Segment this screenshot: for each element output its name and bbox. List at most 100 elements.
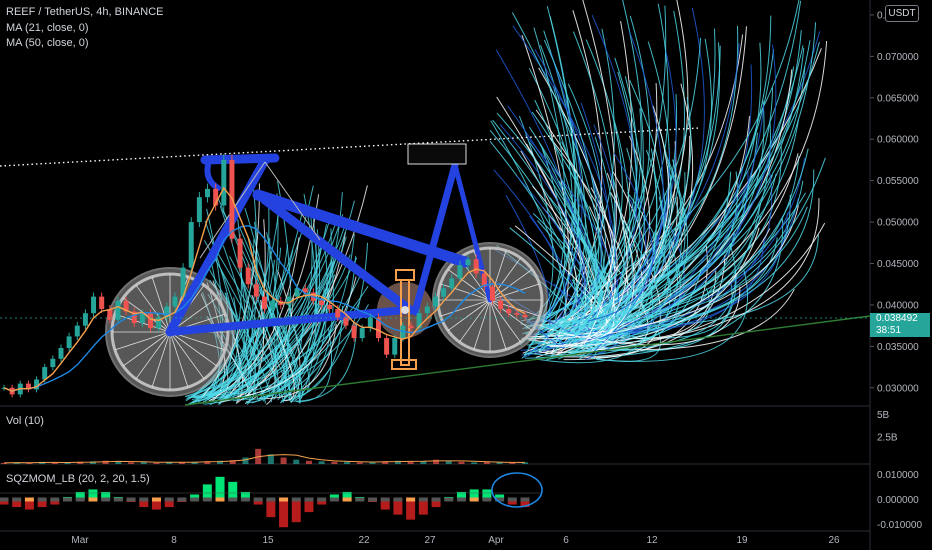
momentum-bar — [418, 499, 428, 515]
legend-squeeze[interactable]: SQZMOM_LB (20, 2, 20, 1.5) — [6, 473, 150, 485]
candle-body — [115, 300, 121, 320]
squeeze-dot — [0, 497, 9, 502]
squeeze-dot — [418, 497, 428, 502]
squeeze-dot — [101, 497, 111, 502]
squeeze-dot — [113, 497, 123, 502]
squeeze-dot — [24, 497, 34, 502]
candle-body — [367, 317, 373, 329]
price-tick-label: 0.070000 — [877, 52, 919, 63]
legend-volume[interactable]: Vol (10) — [6, 415, 44, 427]
squeeze-dot — [266, 497, 276, 502]
candle-body — [432, 296, 438, 307]
momentum-bar — [202, 484, 212, 500]
candle-body — [522, 314, 528, 318]
squeeze-dot — [253, 497, 263, 502]
candle-body — [74, 325, 80, 337]
legend-ma21[interactable]: MA (21, close, 0) — [6, 22, 89, 34]
volume-bar — [458, 461, 465, 464]
currency-button[interactable]: USDT — [885, 5, 919, 22]
squeeze-axis[interactable]: 0.010000 0.000000 -0.010000 — [877, 470, 922, 531]
chart-canvas[interactable]: 0.030000 0.035000 0.040000 0.045000 0.050000… — [0, 0, 932, 550]
time-tick-label: 27 — [424, 535, 436, 546]
time-tick-label: 15 — [262, 535, 274, 546]
candle-body — [449, 278, 455, 289]
candle-body — [473, 259, 479, 274]
momentum-bar — [266, 499, 276, 518]
candle-body — [498, 300, 504, 310]
squeeze-dot — [215, 497, 225, 502]
candle-body — [42, 367, 48, 380]
momentum-bar — [279, 499, 289, 528]
candle-body — [237, 238, 243, 268]
volume-bar — [433, 459, 440, 464]
price-tick-label: 0.060000 — [877, 135, 919, 146]
legend-squeeze-text: SQZMOM_LB (20, 2, 20, 1.5) — [6, 473, 150, 485]
momentum-bar — [228, 481, 238, 500]
candle-body — [196, 197, 202, 223]
volume-bar — [318, 461, 325, 464]
legend-symbol-text: REEF / TetherUS, 4h, BINANCE — [6, 6, 164, 18]
squeeze-dot — [63, 497, 73, 502]
squeeze-tick-label: 0.010000 — [877, 470, 919, 481]
last-price-value: 0.038492 — [876, 313, 918, 324]
squeeze-dot — [317, 497, 327, 502]
candle-body — [91, 296, 97, 314]
candle-body — [82, 313, 88, 326]
candle-body — [270, 300, 276, 310]
candle-body — [262, 296, 267, 310]
time-tick-label: 6 — [563, 535, 569, 546]
volume-bar — [331, 461, 338, 464]
legend-symbol[interactable]: REEF / TetherUS, 4h, BINANCE — [6, 6, 164, 18]
volume-bar — [509, 462, 516, 464]
volume-bar — [471, 462, 478, 464]
momentum-bar — [215, 476, 225, 500]
time-tick-label: 26 — [828, 535, 840, 546]
candle-body — [294, 288, 300, 297]
candle-body — [335, 309, 341, 318]
price-tick-label: 0.030000 — [877, 383, 919, 394]
squeeze-dot — [50, 497, 60, 502]
squeeze-dot — [304, 497, 314, 502]
candle-body — [172, 296, 178, 307]
squeeze-dot — [279, 497, 289, 502]
squeeze-dot — [12, 497, 22, 502]
volume-bar — [293, 459, 300, 464]
candle-body — [318, 300, 324, 305]
squeeze-dot — [329, 497, 339, 502]
squeeze-dot — [431, 497, 441, 502]
volume-bar — [356, 462, 363, 464]
squeeze-dot — [139, 497, 149, 502]
volume-bar — [115, 461, 122, 464]
candle-body — [441, 288, 447, 297]
candle-body — [50, 358, 56, 368]
time-tick-label: Mar — [71, 535, 89, 546]
legend-volume-text: Vol (10) — [6, 415, 44, 427]
candle-body — [359, 328, 365, 339]
candle-body — [424, 306, 430, 314]
squeeze-dot — [164, 497, 174, 502]
squeeze-dot — [482, 497, 492, 502]
volume-tick-label: 5B — [877, 410, 890, 421]
squeeze-dot — [190, 497, 200, 502]
volume-bar — [344, 461, 351, 464]
candle-body — [327, 304, 333, 310]
time-tick-label: Apr — [488, 535, 504, 546]
candle-body — [99, 296, 105, 310]
candle-body — [351, 325, 357, 339]
candle-body — [384, 338, 390, 355]
candle-body — [457, 265, 463, 279]
squeeze-dot — [380, 497, 390, 502]
squeeze-tick-label: 0.000000 — [877, 495, 919, 506]
squeeze-dot — [88, 497, 98, 502]
price-tick-label: 0.035000 — [877, 342, 919, 353]
squeeze-dot — [291, 497, 301, 502]
volume-bar — [128, 462, 135, 464]
candle-body — [286, 296, 292, 305]
candle-body — [506, 309, 512, 314]
volume-bar — [242, 457, 249, 464]
momentum-bar — [406, 499, 416, 520]
momentum-bar — [393, 499, 403, 515]
time-tick-label: 22 — [358, 535, 370, 546]
price-tick-label: 0.045000 — [877, 259, 919, 270]
legend-ma50[interactable]: MA (50, close, 0) — [6, 37, 89, 49]
